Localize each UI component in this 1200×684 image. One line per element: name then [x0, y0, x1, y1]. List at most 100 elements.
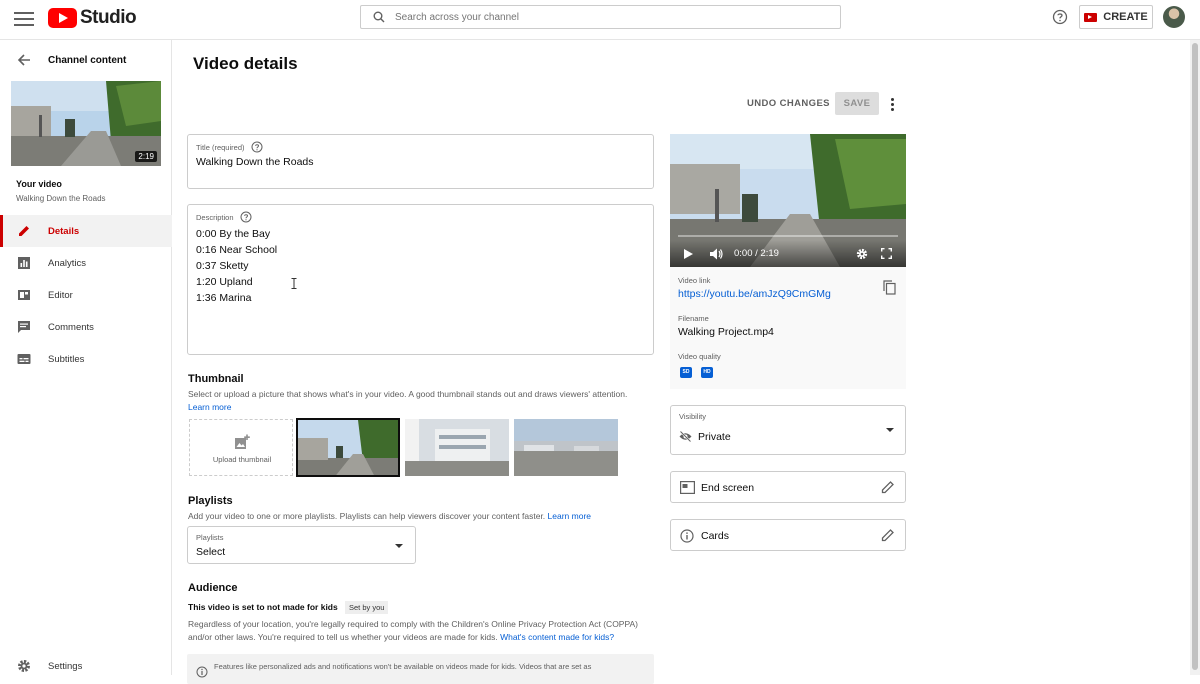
thumbnail-option-2[interactable]: [405, 419, 509, 476]
help-icon[interactable]: [251, 141, 263, 153]
sidebar-video-title: Walking Down the Roads: [16, 194, 106, 203]
description-text[interactable]: 0:00 By the Bay 0:16 Near School 0:37 Sk…: [196, 226, 277, 306]
description-label-row: Description: [196, 211, 252, 223]
playlists-heading: Playlists: [188, 495, 233, 507]
sidebar-item-label: Analytics: [48, 257, 87, 269]
sd-badge-icon: SD: [680, 367, 692, 378]
marina-scene-image: [514, 419, 618, 476]
main-content: Video details UNDO CHANGES SAVE Title (r…: [172, 40, 1190, 684]
sidebar-item-subtitles[interactable]: Subtitles: [0, 343, 172, 375]
gear-icon[interactable]: [856, 248, 868, 260]
dropdown-arrow-icon: [395, 544, 403, 548]
arrow-back-icon: [17, 54, 30, 66]
create-button[interactable]: CREATE: [1079, 5, 1153, 29]
description-field[interactable]: Description 0:00 By the Bay 0:16 Near Sc…: [187, 204, 654, 355]
search-icon: [373, 11, 385, 23]
sidebar: Channel content 2:19 Your video Walking …: [0, 40, 172, 675]
sidebar-item-comments[interactable]: Comments: [0, 311, 172, 343]
sidebar-item-analytics[interactable]: Analytics: [0, 247, 172, 279]
thumbnail-learn-more-link[interactable]: Learn more: [188, 402, 231, 412]
title-input[interactable]: Walking Down the Roads: [196, 156, 314, 168]
made-for-kids-link[interactable]: What's content made for kids?: [500, 632, 614, 642]
search-box[interactable]: [360, 5, 841, 29]
video-info-card: Video link https://youtu.be/amJzQ9CmGMg …: [670, 267, 906, 389]
undo-changes-button[interactable]: UNDO CHANGES: [747, 98, 830, 109]
thumbnail-heading: Thumbnail: [188, 373, 244, 385]
scrollbar-thumb[interactable]: [1192, 43, 1198, 670]
visibility-label: Visibility: [679, 412, 706, 421]
create-label: CREATE: [1103, 11, 1148, 23]
description-line: 0:16 Near School: [196, 244, 278, 256]
end-screen-row[interactable]: End screen: [670, 471, 906, 503]
thumbnail-option-1[interactable]: [296, 418, 400, 477]
street-scene-image: [298, 420, 398, 475]
menu-icon[interactable]: [14, 9, 34, 29]
audience-heading: Audience: [188, 582, 238, 594]
sidebar-item-editor[interactable]: Editor: [0, 279, 172, 311]
cards-label: Cards: [701, 530, 730, 542]
audience-notice: Features like personalized ads and notif…: [187, 654, 654, 684]
studio-logo[interactable]: Studio: [48, 7, 137, 29]
volume-icon[interactable]: [710, 248, 723, 260]
text-cursor-icon: [291, 278, 297, 289]
edit-icon[interactable]: [881, 480, 895, 494]
gear-icon: [18, 660, 30, 672]
sidebar-nav: Details Analytics Editor Comments Subtit…: [0, 215, 172, 375]
thumbnail-option-3[interactable]: [514, 419, 618, 476]
playlists-dropdown[interactable]: Playlists Select: [187, 526, 416, 564]
top-bar: Studio CREATE: [0, 0, 1200, 40]
search-input[interactable]: [395, 11, 795, 23]
playlists-learn-more-link[interactable]: Learn more: [548, 511, 591, 521]
sidebar-item-settings[interactable]: Settings: [0, 654, 172, 678]
back-to-channel-content[interactable]: Channel content: [0, 50, 172, 70]
sidebar-item-label: Editor: [48, 289, 73, 301]
description-label: Description: [196, 212, 234, 222]
visibility-dropdown[interactable]: Visibility Private: [670, 405, 906, 455]
player-time: 0:00 / 2:19: [734, 248, 779, 259]
your-video-label: Your video: [16, 179, 62, 189]
audience-status: This video is set to not made for kids: [188, 602, 338, 612]
back-label: Channel content: [48, 55, 127, 66]
title-label: Title (required): [196, 142, 245, 152]
audience-description: Regardless of your location, you're lega…: [188, 618, 658, 644]
sidebar-item-label: Subtitles: [48, 353, 85, 365]
hd-badge-icon: HD: [701, 367, 713, 378]
youtube-logo-icon: [48, 8, 77, 28]
help-icon[interactable]: [240, 211, 252, 223]
fullscreen-icon[interactable]: [881, 248, 892, 259]
subtitles-icon: [17, 354, 31, 364]
video-link-label: Video link: [678, 276, 711, 285]
description-line: 1:20 Upland: [196, 276, 253, 288]
duration-badge: 2:19: [135, 151, 157, 162]
play-icon[interactable]: [684, 249, 693, 259]
title-label-row: Title (required): [196, 141, 263, 153]
filename-value: Walking Project.mp4: [678, 326, 774, 338]
video-thumbnail[interactable]: 2:19: [11, 81, 161, 166]
thumbnail-description: Select or upload a picture that shows wh…: [188, 388, 658, 414]
help-icon[interactable]: [1052, 9, 1068, 25]
visibility-value: Private: [698, 431, 731, 443]
video-player[interactable]: 0:00 / 2:19: [670, 134, 906, 267]
upload-thumbnail-button[interactable]: Upload thumbnail: [189, 419, 293, 476]
more-options-icon[interactable]: [891, 98, 895, 113]
sidebar-item-details[interactable]: Details: [0, 215, 172, 247]
info-icon: [196, 666, 208, 678]
page-scrollbar[interactable]: [1190, 40, 1200, 675]
save-button[interactable]: SAVE: [835, 92, 879, 115]
playlists-description: Add your video to one or more playlists.…: [188, 510, 658, 523]
settings-label: Settings: [48, 661, 83, 672]
avatar[interactable]: [1163, 6, 1185, 28]
edit-icon[interactable]: [881, 528, 895, 542]
description-line: 1:36 Marina: [196, 292, 252, 304]
cards-row[interactable]: Cards: [670, 519, 906, 551]
copy-icon[interactable]: [883, 280, 896, 295]
comments-icon: [18, 321, 30, 333]
analytics-icon: [18, 257, 30, 269]
sidebar-item-label: Details: [48, 225, 80, 237]
title-field[interactable]: Title (required) Walking Down the Roads: [187, 134, 654, 189]
dropdown-arrow-icon: [886, 428, 894, 432]
progress-bar[interactable]: [678, 235, 898, 237]
video-link[interactable]: https://youtu.be/amJzQ9CmGMg: [678, 288, 831, 300]
editor-icon: [18, 290, 30, 300]
end-screen-icon: [680, 481, 695, 494]
